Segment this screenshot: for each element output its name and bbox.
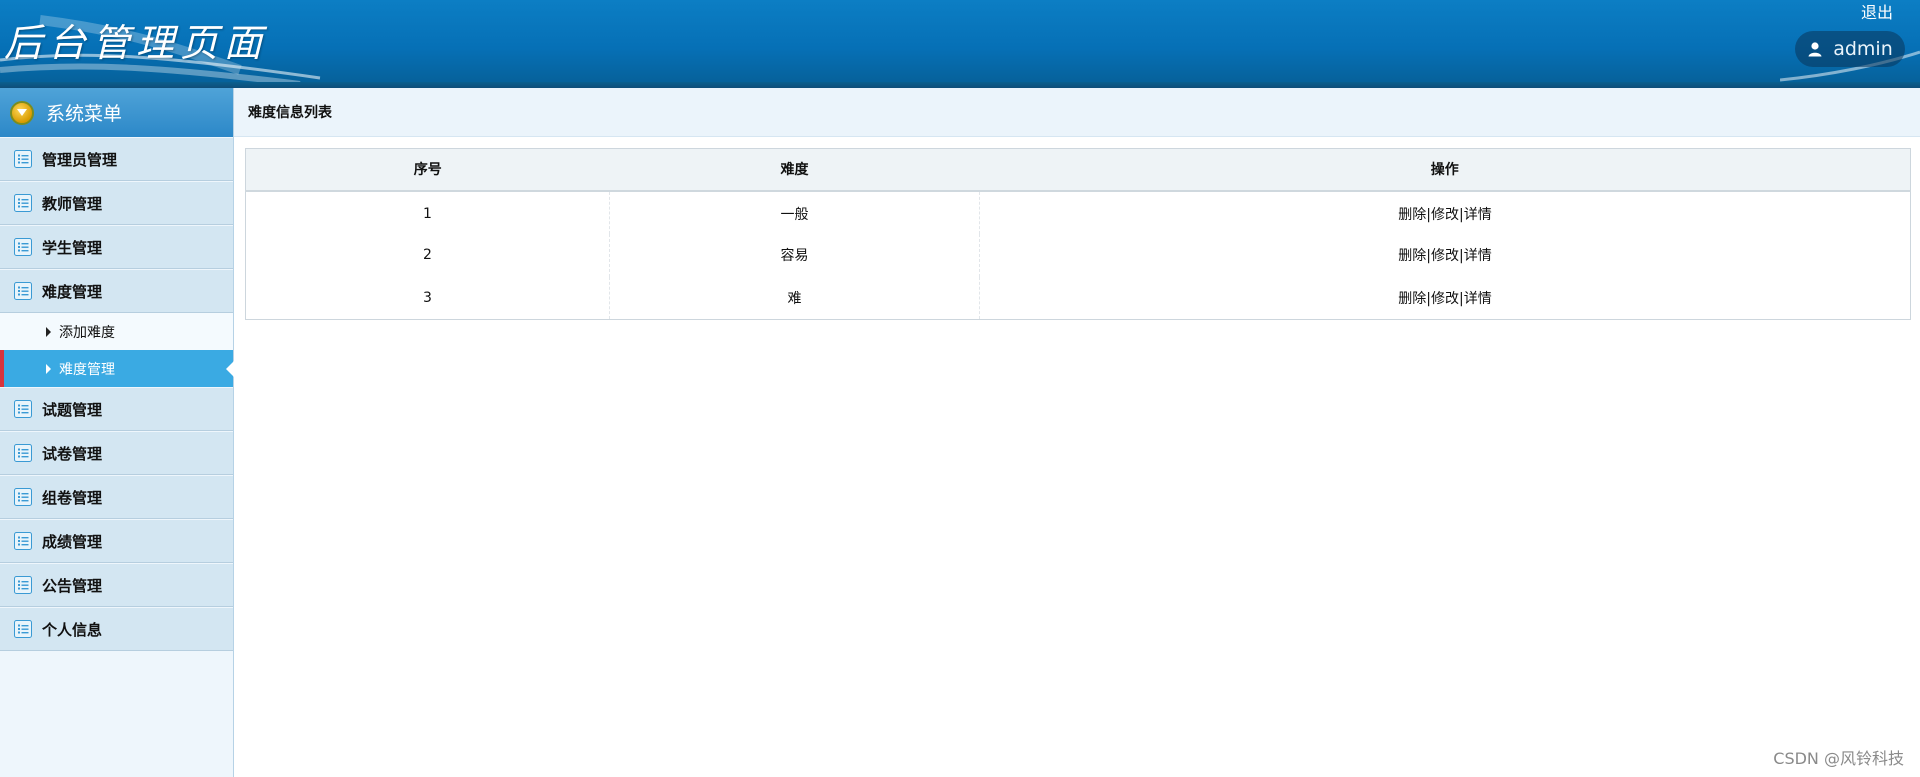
- cell-actions: 删除|修改|详情: [980, 277, 1911, 320]
- menu-title: 系统菜单: [46, 103, 123, 125]
- cell-difficulty: 难: [609, 276, 980, 320]
- detail-link[interactable]: 详情: [1464, 248, 1492, 264]
- sidebar-item-label: 管理员管理: [42, 150, 118, 169]
- triangle-right-icon: [46, 326, 51, 337]
- column-header-difficulty: 难度: [609, 148, 980, 192]
- table-row: 1 一般 删除|修改|详情: [245, 190, 1911, 234]
- cell-index: 3: [245, 276, 610, 320]
- sidebar: 系统菜单 管理员管理 教师管理 学生管理 难度管理 添加难度 难度管理 试题管理…: [0, 88, 234, 777]
- triangle-right-icon: [46, 363, 51, 374]
- user-badge[interactable]: admin: [1795, 31, 1905, 67]
- list-icon: [14, 532, 32, 550]
- column-header-actions: 操作: [979, 148, 1911, 192]
- sidebar-item-label: 试卷管理: [42, 444, 103, 463]
- sidebar-item-label: 学生管理: [42, 238, 103, 257]
- cell-actions: 删除|修改|详情: [980, 191, 1911, 234]
- cell-index: 1: [245, 190, 610, 234]
- chevron-down-circle-icon: [10, 100, 34, 125]
- detail-link[interactable]: 详情: [1464, 291, 1492, 307]
- table-row: 3 难 删除|修改|详情: [245, 276, 1911, 320]
- list-icon: [14, 444, 32, 462]
- sidebar-subitem-add-difficulty[interactable]: 添加难度: [0, 313, 233, 350]
- detail-link[interactable]: 详情: [1464, 207, 1492, 223]
- sidebar-item-label: 试题管理: [42, 400, 103, 419]
- sidebar-item-scores[interactable]: 成绩管理: [0, 519, 233, 563]
- sidebar-item-label: 个人信息: [42, 620, 103, 639]
- logout-link[interactable]: 退出: [1861, 0, 1893, 23]
- sidebar-item-label: 公告管理: [42, 576, 103, 595]
- sidebar-subitem-difficulty-manage[interactable]: 难度管理: [0, 350, 234, 387]
- list-icon: [14, 150, 32, 168]
- sidebar-item-label: 难度管理: [42, 282, 103, 301]
- section-title: 难度信息列表: [234, 88, 1920, 137]
- list-icon: [14, 620, 32, 638]
- edit-link[interactable]: 修改: [1431, 207, 1459, 223]
- edit-link[interactable]: 修改: [1431, 248, 1459, 264]
- sidebar-subitem-label: 添加难度: [59, 324, 115, 341]
- cell-difficulty: 容易: [609, 233, 980, 277]
- column-header-index: 序号: [245, 148, 610, 192]
- sidebar-item-label: 组卷管理: [42, 488, 103, 507]
- sidebar-item-label: 成绩管理: [42, 532, 103, 551]
- sidebar-item-notices[interactable]: 公告管理: [0, 563, 233, 607]
- site-title: 后台管理页面: [4, 21, 269, 65]
- list-icon: [14, 282, 32, 300]
- table-header-row: 序号 难度 操作: [245, 148, 1911, 192]
- top-header: 后台管理页面 退出 admin: [0, 0, 1920, 88]
- delete-link[interactable]: 删除: [1398, 248, 1426, 264]
- edit-link[interactable]: 修改: [1431, 291, 1459, 307]
- list-icon: [14, 238, 32, 256]
- sidebar-item-student[interactable]: 学生管理: [0, 225, 233, 269]
- sidebar-item-profile[interactable]: 个人信息: [0, 607, 233, 651]
- sidebar-item-admin[interactable]: 管理员管理: [0, 137, 233, 181]
- sidebar-item-questions[interactable]: 试题管理: [0, 387, 233, 431]
- delete-link[interactable]: 删除: [1398, 207, 1426, 223]
- delete-link[interactable]: 删除: [1398, 291, 1426, 307]
- watermark: CSDN @风铃科技: [1773, 749, 1904, 768]
- list-icon: [14, 194, 32, 212]
- user-icon: [1807, 41, 1823, 57]
- cell-index: 2: [245, 233, 610, 277]
- cell-actions: 删除|修改|详情: [980, 234, 1911, 277]
- menu-header[interactable]: 系统菜单: [0, 88, 233, 137]
- main-content: 难度信息列表 序号 难度 操作 1 一般 删除|修改|详情 2 容易 删除|修改…: [234, 88, 1920, 777]
- sidebar-item-difficulty[interactable]: 难度管理: [0, 269, 233, 313]
- sidebar-subitem-label: 难度管理: [59, 361, 115, 378]
- sidebar-item-teacher[interactable]: 教师管理: [0, 181, 233, 225]
- sidebar-item-papers[interactable]: 试卷管理: [0, 431, 233, 475]
- sidebar-item-label: 教师管理: [42, 194, 103, 213]
- list-icon: [14, 576, 32, 594]
- sidebar-item-compose[interactable]: 组卷管理: [0, 475, 233, 519]
- username: admin: [1833, 38, 1893, 60]
- difficulty-table: 序号 难度 操作 1 一般 删除|修改|详情 2 容易 删除|修改|详情 3 难…: [245, 148, 1911, 320]
- list-icon: [14, 488, 32, 506]
- list-icon: [14, 400, 32, 418]
- table-row: 2 容易 删除|修改|详情: [245, 233, 1911, 277]
- cell-difficulty: 一般: [609, 190, 980, 234]
